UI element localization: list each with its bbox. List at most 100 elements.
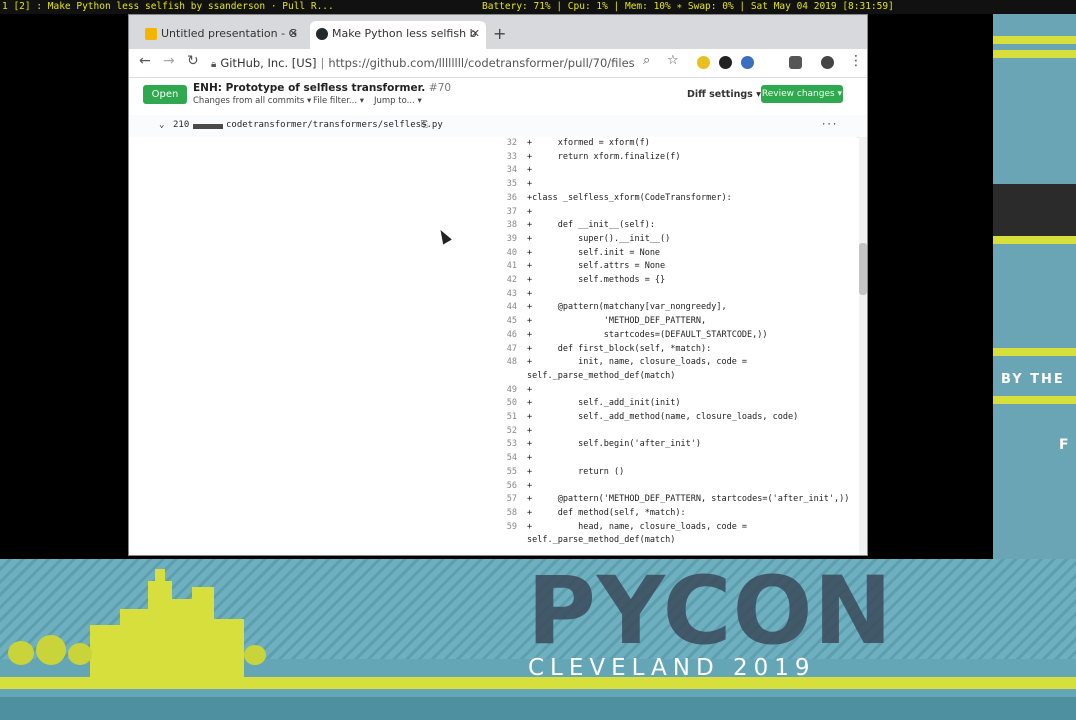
browser-window: Untitled presentation - G ✕ Make Python … bbox=[128, 14, 868, 556]
line-number[interactable]: 32 bbox=[491, 137, 517, 150]
pr-header: Open ENH: Prototype of selfless transfor… bbox=[129, 78, 867, 112]
tab-presentation[interactable]: Untitled presentation - G ✕ bbox=[139, 21, 304, 49]
line-number[interactable]: 59 bbox=[491, 521, 517, 534]
file-path[interactable]: codetransformer/transformers/selfless.py bbox=[226, 120, 443, 130]
extension-icon[interactable] bbox=[719, 56, 732, 69]
code-text: + bbox=[527, 165, 533, 176]
code-text: + def first_block(self, *match): bbox=[527, 343, 712, 354]
diff-line: 40 + self.init = None bbox=[129, 247, 857, 260]
code-text: + self.begin('after_init') bbox=[527, 439, 701, 450]
file-menu-icon[interactable]: ··· bbox=[821, 120, 837, 130]
lock-icon: 🔒︎ bbox=[211, 59, 217, 70]
extension-icon[interactable] bbox=[741, 56, 754, 69]
line-number[interactable]: 44 bbox=[491, 301, 517, 314]
line-number[interactable]: 35 bbox=[491, 178, 517, 191]
diff-line: 57 + @pattern('METHOD_DEF_PATTERN, startc… bbox=[129, 493, 857, 506]
line-number[interactable]: 47 bbox=[491, 343, 517, 356]
copy-path-icon[interactable]: ⎘ bbox=[421, 120, 428, 130]
extension-icon[interactable] bbox=[697, 56, 710, 69]
address-bar[interactable]: 🔒︎ GitHub, Inc. [US] | https://github.com/l… bbox=[211, 52, 671, 74]
line-number[interactable]: 37 bbox=[491, 206, 517, 219]
code-text: + bbox=[527, 179, 533, 190]
line-number[interactable]: 57 bbox=[491, 493, 517, 506]
line-number[interactable]: 53 bbox=[491, 438, 517, 451]
pr-title-text: ENH: Prototype of selfless transformer. bbox=[193, 82, 426, 94]
pr-number: #70 bbox=[428, 82, 452, 94]
diff-line: 47 + def first_block(self, *match): bbox=[129, 343, 857, 356]
scrollbar-thumb[interactable] bbox=[859, 243, 867, 295]
extension-icon[interactable] bbox=[821, 56, 834, 69]
line-number[interactable]: 40 bbox=[491, 247, 517, 260]
line-number[interactable]: 39 bbox=[491, 233, 517, 246]
slide-stripe bbox=[993, 36, 1076, 44]
slide-right-edge: BY THE F bbox=[993, 14, 1076, 559]
code-text: + 'METHOD_DEF_PATTERN, bbox=[527, 316, 707, 327]
diff-line: 54 + bbox=[129, 452, 857, 465]
line-number[interactable]: 38 bbox=[491, 219, 517, 232]
skyline-building bbox=[120, 609, 148, 677]
diffstat-bar bbox=[193, 124, 223, 129]
zoom-icon[interactable]: ⌕ bbox=[643, 53, 650, 68]
code-text: self._parse_method_def(match) bbox=[527, 370, 676, 381]
line-number[interactable]: 36 bbox=[491, 192, 517, 205]
browser-toolbar: ← → ↻ 🔒︎ GitHub, Inc. [US] | https://github… bbox=[129, 49, 867, 78]
code-text: + self.methods = {} bbox=[527, 275, 666, 285]
line-number[interactable]: 55 bbox=[491, 466, 517, 479]
diff-line: 34 + bbox=[129, 164, 857, 177]
line-number[interactable]: 42 bbox=[491, 274, 517, 287]
code-text: + startcodes=(DEFAULT_STARTCODE,)) bbox=[527, 329, 768, 340]
line-number[interactable]: 51 bbox=[491, 411, 517, 424]
diff-line: 48 + init, name, closure_loads, code = bbox=[129, 356, 857, 369]
code-text: + bbox=[527, 206, 533, 217]
scrollbar-track[interactable] bbox=[859, 137, 867, 555]
diff-line: 46 + startcodes=(DEFAULT_STARTCODE,)) bbox=[129, 329, 857, 342]
diff-line: 45 + 'METHOD_DEF_PATTERN, bbox=[129, 315, 857, 328]
pycon-subtitle: CLEVELAND 2019 bbox=[528, 655, 816, 681]
line-number[interactable]: 56 bbox=[491, 480, 517, 493]
pr-title: ENH: Prototype of selfless transformer. … bbox=[193, 82, 451, 94]
star-icon[interactable]: ☆ bbox=[667, 53, 679, 68]
changes-from-dropdown[interactable]: Changes from all commits ▾ bbox=[193, 96, 311, 106]
tab-github-pr[interactable]: Make Python less selfish b ✕ bbox=[310, 21, 486, 49]
reload-icon[interactable]: ↻ bbox=[187, 53, 199, 69]
diff-line: self._parse_method_def(match) bbox=[129, 370, 857, 383]
line-number[interactable]: 49 bbox=[491, 384, 517, 397]
line-number[interactable]: 43 bbox=[491, 288, 517, 301]
line-number[interactable]: 46 bbox=[491, 329, 517, 342]
jump-to-dropdown[interactable]: Jump to... ▾ bbox=[374, 96, 422, 106]
close-icon[interactable]: ✕ bbox=[471, 21, 480, 47]
line-number[interactable]: 50 bbox=[491, 397, 517, 410]
slide-stripe bbox=[993, 348, 1076, 356]
line-number[interactable]: 33 bbox=[491, 151, 517, 164]
diff-line: 43 + bbox=[129, 288, 857, 301]
slide-text-by-the: BY THE bbox=[1001, 372, 1065, 387]
tab-label: Make Python less selfish b bbox=[332, 27, 477, 40]
menu-icon[interactable]: ⋮ bbox=[849, 53, 863, 69]
line-number[interactable]: 48 bbox=[491, 356, 517, 369]
collapse-chevron-icon[interactable]: ⌄ bbox=[159, 120, 164, 130]
extension-icon[interactable] bbox=[789, 56, 802, 69]
skyline-tree bbox=[244, 645, 266, 665]
line-number[interactable]: 58 bbox=[491, 507, 517, 520]
line-number[interactable]: 45 bbox=[491, 315, 517, 328]
file-filter-dropdown[interactable]: File filter... ▾ bbox=[313, 96, 364, 106]
back-icon[interactable]: ← bbox=[139, 53, 151, 69]
line-number[interactable]: 41 bbox=[491, 260, 517, 273]
slide-stripe bbox=[993, 50, 1076, 58]
code-text: +class _selfless_xform(CodeTransformer): bbox=[527, 192, 732, 203]
diff-view: 32 + xformed = xform(f) 33 + return xform.f… bbox=[129, 137, 857, 555]
diff-line: 37 + bbox=[129, 206, 857, 219]
forward-icon[interactable]: → bbox=[163, 53, 175, 69]
close-icon[interactable]: ✕ bbox=[289, 21, 298, 47]
skyline-tree bbox=[36, 635, 66, 665]
line-number[interactable]: 52 bbox=[491, 425, 517, 438]
diff-line: 33 + return xform.finalize(f) bbox=[129, 151, 857, 164]
diff-line: 55 + return () bbox=[129, 466, 857, 479]
review-changes-button[interactable]: Review changes ▾ bbox=[761, 85, 843, 103]
line-number[interactable]: 54 bbox=[491, 452, 517, 465]
line-number[interactable]: 34 bbox=[491, 164, 517, 177]
new-tab-button[interactable]: + bbox=[493, 24, 506, 43]
code-text: + xformed = xform(f) bbox=[527, 138, 650, 148]
diff-line: 52 + bbox=[129, 425, 857, 438]
diff-settings-dropdown[interactable]: Diff settings ▾ bbox=[687, 89, 761, 100]
